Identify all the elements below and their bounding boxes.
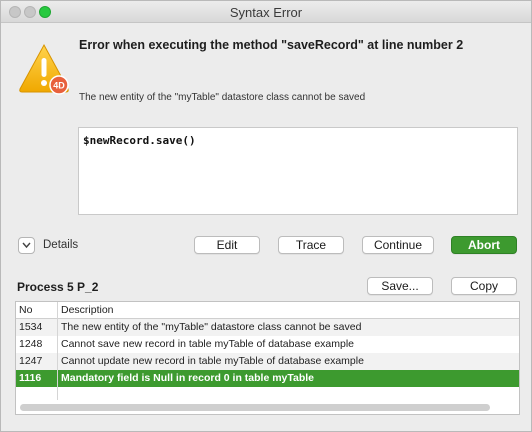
error-title: Error when executing the method "saveRec… [79,38,464,52]
row-number: 1248 [19,338,43,350]
continue-button[interactable]: Continue [362,236,434,254]
horizontal-scrollbar[interactable] [20,404,490,411]
chevron-down-icon [22,242,31,249]
error-description: The new entity of the "myTable" datastor… [79,92,366,103]
table-row[interactable]: 1247 Cannot update new record in table m… [16,353,519,370]
column-header-description[interactable]: Description [61,304,114,316]
row-number: 1534 [19,321,43,333]
column-header-no[interactable]: No [19,304,32,316]
table-row-selected[interactable]: 1116 Mandatory field is Null in record 0… [16,370,519,387]
warning-icon: 4D [19,43,69,95]
row-description: Mandatory field is Null in record 0 in t… [61,372,315,384]
window-title: Syntax Error [229,5,303,20]
process-label: Process 5 P_2 [17,280,99,294]
details-label: Details [43,239,79,251]
row-description: The new entity of the "myTable" datastor… [61,321,362,333]
column-divider [57,302,58,400]
error-code-box[interactable]: $newRecord.save() [78,127,518,215]
error-code-line: $newRecord.save() [83,134,196,147]
call-chain-table[interactable]: No Description 1534 The new entity of th… [15,301,520,415]
abort-button[interactable]: Abort [451,236,517,254]
row-description: Cannot update new record in table myTabl… [61,355,364,367]
error-pane: 4D Error when executing the method "save… [1,24,531,266]
edit-button[interactable]: Edit [194,236,260,254]
title-bar: Syntax Error [1,1,531,23]
row-number: 1116 [19,372,42,384]
syntax-error-window: Syntax Error 4D Error when executing the… [0,0,532,432]
copy-button[interactable]: Copy [451,277,517,295]
details-disclosure-button[interactable] [18,237,35,254]
table-header: No Description [16,302,519,319]
row-number: 1247 [19,355,43,367]
row-description: Cannot save new record in table myTable … [61,338,355,350]
svg-text:4D: 4D [53,81,65,91]
table-row[interactable]: 1534 The new entity of the "myTable" dat… [16,319,519,336]
save-button[interactable]: Save... [367,277,433,295]
trace-button[interactable]: Trace [278,236,344,254]
table-row[interactable]: 1248 Cannot save new record in table myT… [16,336,519,353]
